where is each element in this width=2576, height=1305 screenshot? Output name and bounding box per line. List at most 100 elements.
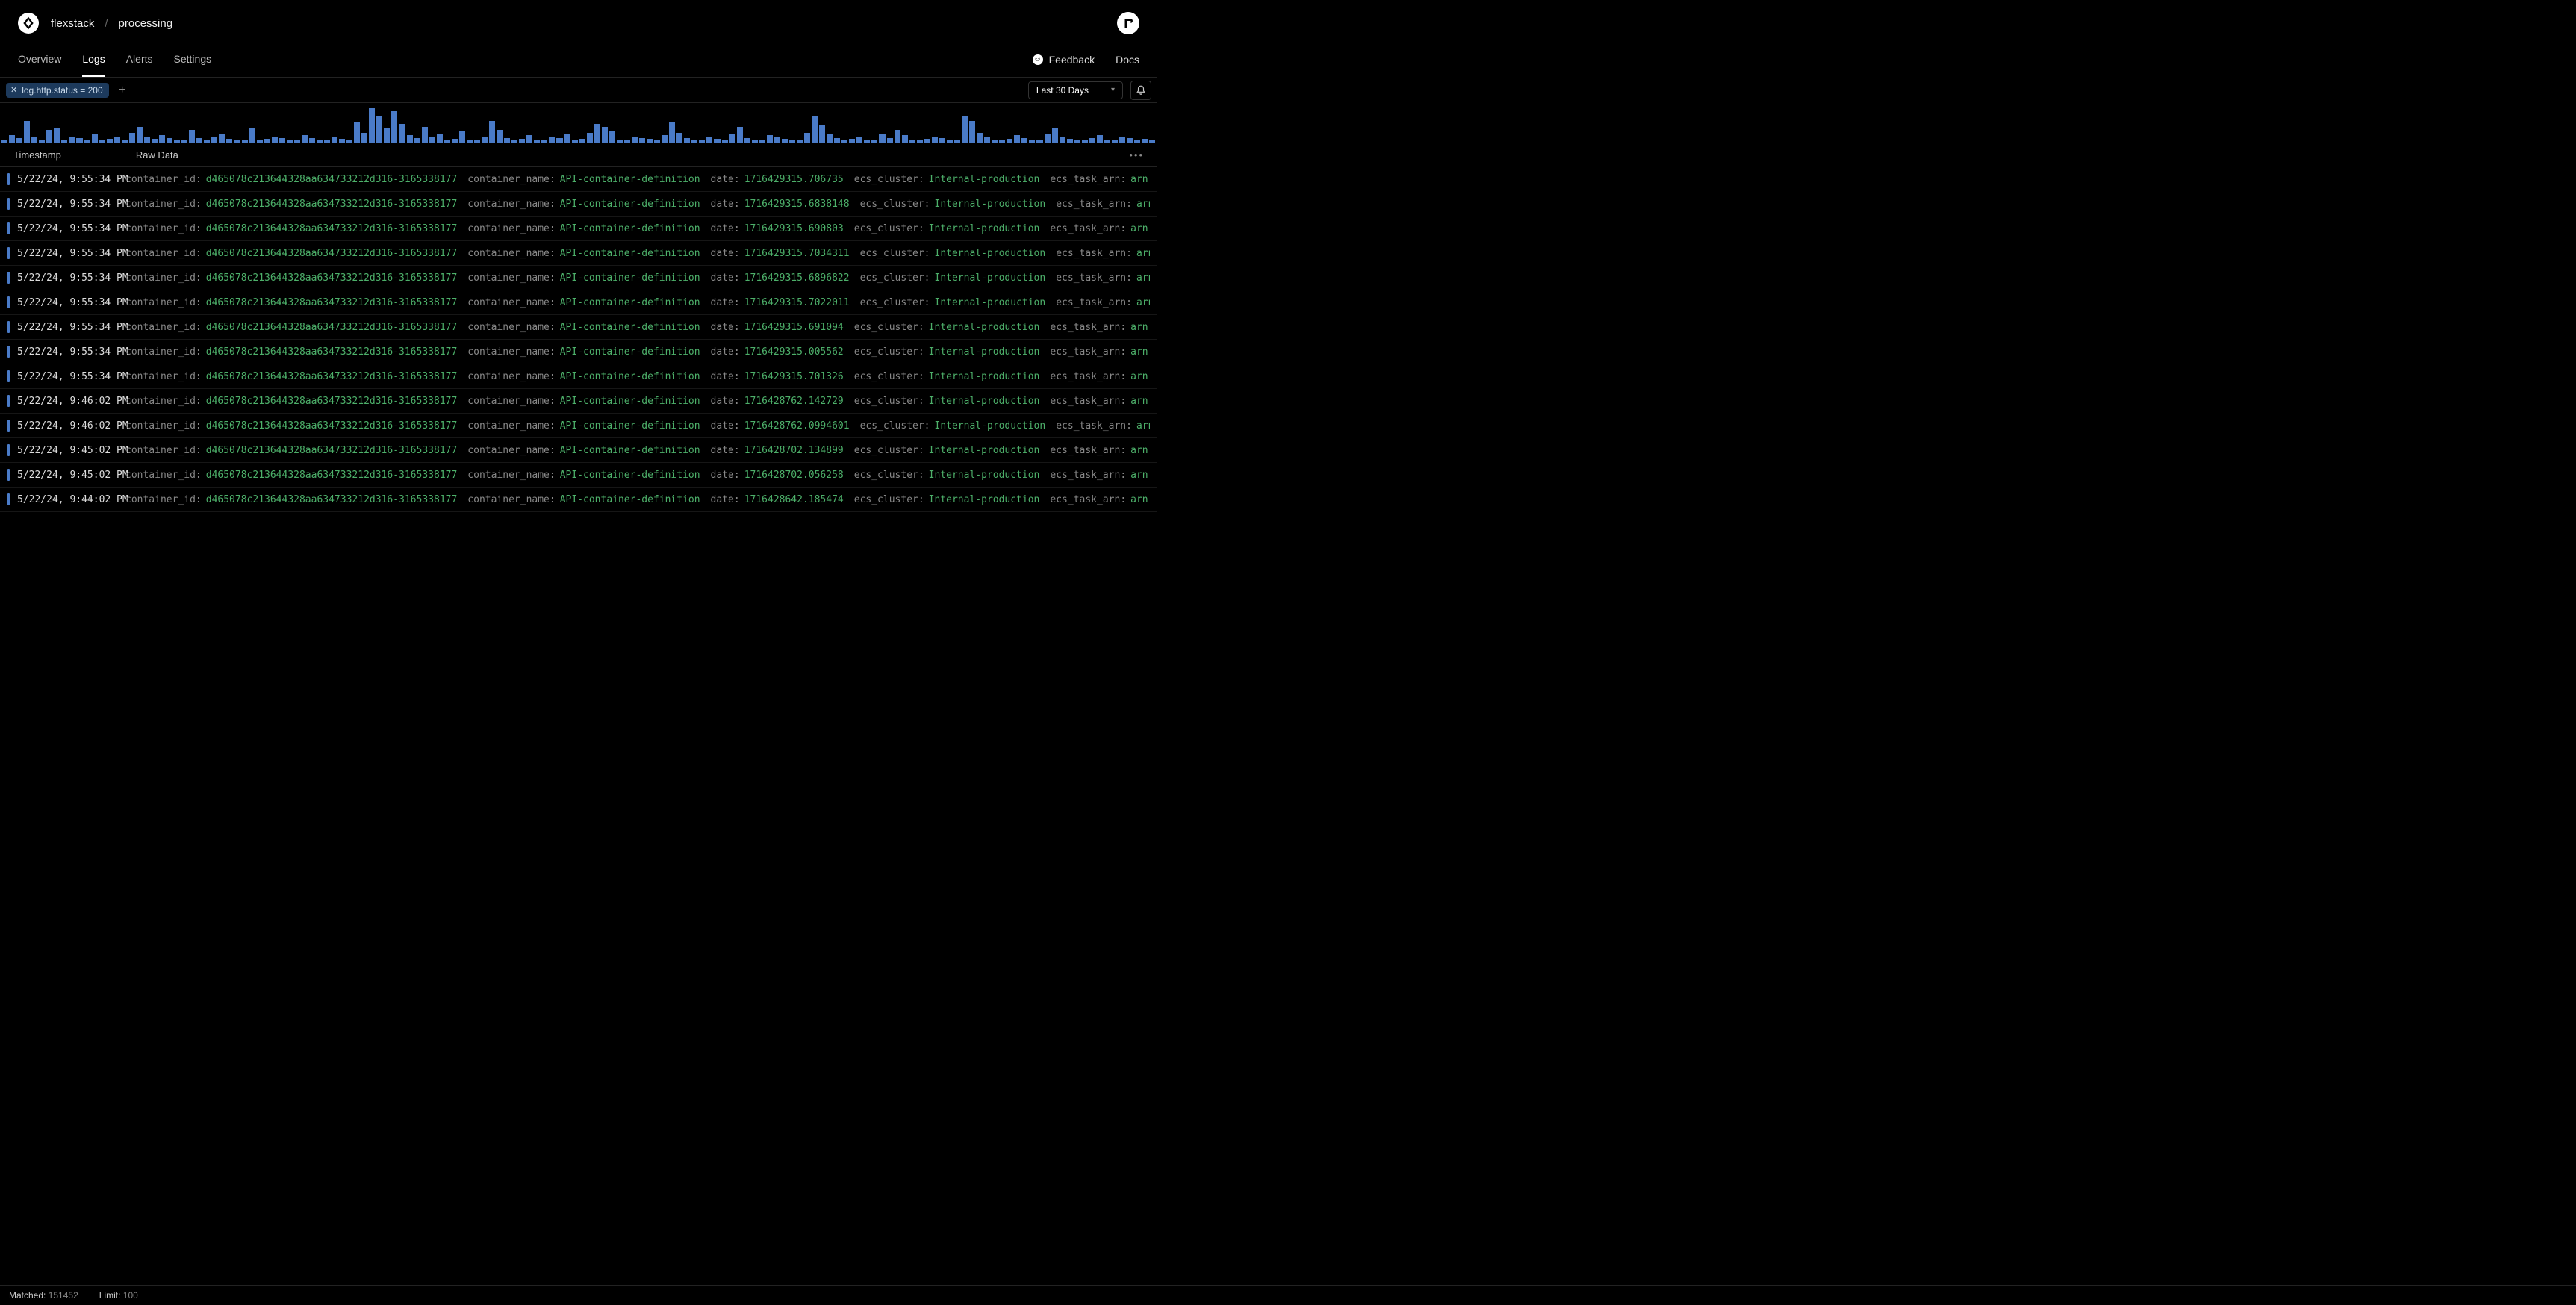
histogram-bar[interactable] [579, 139, 585, 143]
docs-link[interactable]: Docs [1116, 54, 1139, 66]
histogram-bar[interactable] [92, 134, 98, 143]
histogram-bar[interactable] [174, 140, 180, 143]
histogram-bar[interactable] [407, 135, 413, 143]
histogram-bar[interactable] [691, 140, 697, 143]
histogram-bar[interactable] [849, 139, 855, 143]
time-range-select[interactable]: Last 30 Days ▾ [1028, 81, 1123, 99]
product-icon[interactable] [1117, 12, 1139, 34]
histogram-bar[interactable] [767, 135, 773, 143]
histogram-bar[interactable] [895, 130, 900, 143]
histogram-bar[interactable] [782, 139, 788, 143]
app-logo[interactable] [18, 13, 39, 34]
histogram-bar[interactable] [294, 140, 300, 143]
histogram-bar[interactable] [99, 140, 105, 143]
histogram-bar[interactable] [399, 124, 405, 143]
histogram-bar[interactable] [391, 111, 397, 143]
histogram-bar[interactable] [1060, 137, 1065, 143]
histogram-bar[interactable] [354, 122, 360, 143]
histogram-bar[interactable] [482, 137, 488, 143]
histogram-bar[interactable] [706, 137, 712, 143]
histogram-bar[interactable] [1089, 138, 1095, 143]
histogram-bar[interactable] [932, 137, 938, 143]
histogram-bar[interactable] [1127, 138, 1133, 143]
tab-settings[interactable]: Settings [174, 42, 212, 77]
histogram-bar[interactable] [1052, 128, 1058, 143]
log-row[interactable]: 5/22/24, 9:46:02 PMcontainer_id:d465078c… [0, 414, 1157, 438]
histogram-bar[interactable] [46, 130, 52, 143]
histogram-bar[interactable] [789, 140, 795, 143]
histogram-bar[interactable] [676, 133, 682, 143]
histogram-bar[interactable] [639, 138, 645, 143]
histogram-bar[interactable] [939, 138, 945, 143]
histogram-bar[interactable] [834, 138, 840, 143]
histogram-bar[interactable] [587, 133, 593, 143]
log-row[interactable]: 5/22/24, 9:55:34 PMcontainer_id:d465078c… [0, 167, 1157, 192]
chip-remove-icon[interactable]: ✕ [10, 85, 17, 95]
histogram-bar[interactable] [534, 140, 540, 143]
histogram-bar[interactable] [497, 130, 503, 143]
histogram-bar[interactable] [211, 137, 217, 143]
histogram-bar[interactable] [144, 137, 150, 143]
histogram-bar[interactable] [167, 138, 172, 143]
breadcrumb-org[interactable]: flexstack [51, 17, 94, 30]
histogram-bar[interactable] [332, 137, 337, 143]
histogram-bar[interactable] [24, 121, 30, 143]
histogram-bar[interactable] [526, 135, 532, 143]
histogram-bar[interactable] [722, 140, 728, 143]
histogram-bar[interactable] [556, 138, 562, 143]
log-row[interactable]: 5/22/24, 9:45:02 PMcontainer_id:d465078c… [0, 438, 1157, 463]
feedback-link[interactable]: ☺ Feedback [1033, 54, 1095, 66]
histogram-bar[interactable] [361, 133, 367, 143]
histogram-bar[interactable] [519, 139, 525, 143]
histogram-bar[interactable] [226, 139, 232, 143]
histogram-bar[interactable] [729, 134, 735, 143]
histogram-bar[interactable] [414, 138, 420, 143]
histogram-bar[interactable] [594, 124, 600, 143]
histogram-bar[interactable] [159, 135, 165, 143]
histogram-bar[interactable] [1036, 140, 1042, 143]
tab-overview[interactable]: Overview [18, 42, 61, 77]
histogram-bar[interactable] [257, 140, 263, 143]
histogram-bar[interactable] [879, 134, 885, 143]
histogram-bar[interactable] [617, 140, 623, 143]
histogram-bar[interactable] [871, 140, 877, 143]
histogram-bar[interactable] [1045, 134, 1051, 143]
histogram-bar[interactable] [61, 140, 67, 143]
histogram-bar[interactable] [632, 137, 638, 143]
histogram-bar[interactable] [31, 137, 37, 143]
histogram-bar[interactable] [1119, 137, 1125, 143]
log-row[interactable]: 5/22/24, 9:45:02 PMcontainer_id:d465078c… [0, 463, 1157, 488]
histogram-bar[interactable] [1029, 140, 1035, 143]
histogram-bar[interactable] [924, 139, 930, 143]
histogram-bar[interactable] [856, 137, 862, 143]
histogram-bar[interactable] [1021, 138, 1027, 143]
log-row[interactable]: 5/22/24, 9:55:34 PMcontainer_id:d465078c… [0, 192, 1157, 217]
histogram-bar[interactable] [196, 138, 202, 143]
histogram-bar[interactable] [962, 116, 968, 143]
log-row[interactable]: 5/22/24, 9:55:34 PMcontainer_id:d465078c… [0, 364, 1157, 389]
histogram-bar[interactable] [647, 139, 653, 143]
histogram-bar[interactable] [977, 133, 983, 143]
histogram-bar[interactable] [819, 125, 825, 143]
histogram-bar[interactable] [654, 140, 660, 143]
histogram-bar[interactable] [541, 140, 547, 143]
histogram-bar[interactable] [1142, 139, 1148, 143]
histogram-bar[interactable] [444, 140, 450, 143]
histogram-bar[interactable] [669, 122, 675, 143]
histogram-bar[interactable] [797, 140, 803, 143]
histogram-bar[interactable] [812, 116, 818, 143]
histogram-bar[interactable] [684, 138, 690, 143]
histogram-bar[interactable] [279, 138, 285, 143]
histogram-bar[interactable] [339, 139, 345, 143]
histogram-bar[interactable] [992, 140, 998, 143]
log-row[interactable]: 5/22/24, 9:55:34 PMcontainer_id:d465078c… [0, 290, 1157, 315]
histogram-bar[interactable] [1082, 140, 1088, 143]
histogram-bar[interactable] [864, 140, 870, 143]
histogram-bar[interactable] [54, 128, 60, 143]
histogram-bar[interactable] [189, 130, 195, 143]
histogram-bar[interactable] [624, 140, 630, 143]
histogram-bar[interactable] [1134, 140, 1140, 143]
histogram-bar[interactable] [107, 139, 113, 143]
histogram-bar[interactable] [422, 127, 428, 143]
histogram-bar[interactable] [302, 135, 308, 143]
